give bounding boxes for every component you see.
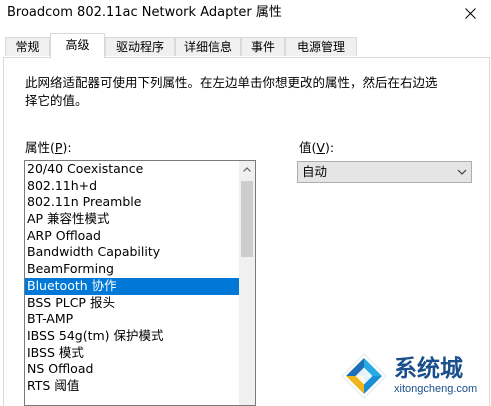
value-label: 值(V): [299,140,335,155]
description-text: 此网络适配器可使用下列属性。在左边单击你想更改的属性，然后在右边选择它的值。 [25,75,438,108]
property-item[interactable]: NS Offload [25,361,239,378]
close-button[interactable] [457,2,483,24]
property-item[interactable]: ARP Offload [25,228,239,245]
property-item[interactable]: 20/40 Coexistance [25,161,239,178]
properties-dialog: Broadcom 802.11ac Network Adapter 属性 常规 … [0,0,491,406]
scroll-thumb[interactable] [241,181,253,257]
property-label: 属性(P): [25,140,72,155]
property-list: 20/40 Coexistance 802.11h+d 802.11n Prea… [25,161,239,395]
tab-details[interactable]: 详细信息 [175,37,241,56]
property-item[interactable]: 802.11h+d [25,178,239,195]
property-item[interactable]: RTS 阈值 [25,378,239,395]
property-item[interactable]: BeamForming [25,261,239,278]
property-item[interactable]: IBSS 模式 [25,345,239,362]
property-item[interactable]: Bandwidth Capability [25,244,239,261]
tab-events[interactable]: 事件 [241,37,285,56]
watermark-url: xitongcheng.com [394,383,478,395]
title-bar: Broadcom 802.11ac Network Adapter 属性 [0,0,491,28]
chevron-up-icon [243,166,251,172]
tab-general[interactable]: 常规 [5,37,50,56]
property-item[interactable]: 802.11n Preamble [25,194,239,211]
scroll-up-button[interactable] [239,161,255,177]
property-listbox[interactable]: 20/40 Coexistance 802.11h+d 802.11n Prea… [24,160,256,406]
tab-advanced[interactable]: 高级 [50,33,105,58]
property-item[interactable]: AP 兼容性模式 [25,211,239,228]
tab-strip: 常规 高级 驱动程序 详细信息 事件 电源管理 [0,28,491,58]
watermark: 系统城 xitongcheng.com [338,350,490,402]
tab-driver[interactable]: 驱动程序 [105,37,175,56]
watermark-title: 系统城 [394,356,463,382]
property-item[interactable]: BSS PLCP 报头 [25,295,239,312]
tab-power-management[interactable]: 电源管理 [285,37,357,56]
property-item[interactable]: BT-AMP [25,311,239,328]
xitongcheng-logo-icon [341,353,387,399]
value-select[interactable]: 自动 [297,161,472,183]
property-item-selected[interactable]: Bluetooth 协作 [25,277,239,295]
property-item[interactable]: IBSS 54g(tm) 保护模式 [25,328,239,345]
value-select-text: 自动 [302,164,328,179]
chevron-down-icon [457,169,467,175]
window-title: Broadcom 802.11ac Network Adapter 属性 [7,5,282,20]
close-icon [464,7,476,19]
list-scrollbar[interactable] [239,161,255,405]
